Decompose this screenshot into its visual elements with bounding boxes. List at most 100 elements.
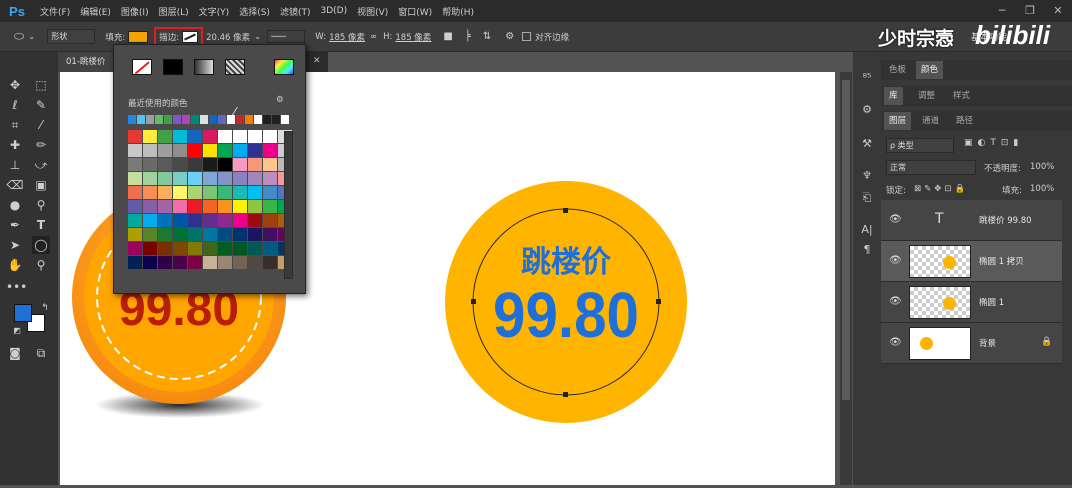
color-swatch[interactable]: [248, 200, 262, 213]
color-swatch[interactable]: [233, 214, 247, 227]
color-swatch[interactable]: [263, 186, 277, 199]
ellipse-tool-icon[interactable]: ◯: [32, 236, 50, 254]
color-swatch[interactable]: [203, 186, 217, 199]
color-swatch[interactable]: [248, 186, 262, 199]
link-icon[interactable]: ∞: [370, 32, 377, 42]
tab-paths[interactable]: 路径: [951, 112, 978, 130]
recent-color-swatch[interactable]: [155, 115, 163, 124]
close-button[interactable]: ✕: [1044, 0, 1072, 22]
color-swatch[interactable]: [128, 172, 142, 185]
recent-color-swatch[interactable]: [272, 115, 280, 124]
blur-tool-icon[interactable]: ●: [6, 196, 24, 214]
gear-icon[interactable]: ⚙: [505, 31, 514, 42]
recent-color-swatch[interactable]: [227, 115, 235, 124]
color-swatch[interactable]: [233, 158, 247, 171]
no-color-button[interactable]: [132, 59, 152, 75]
color-swatch[interactable]: [248, 256, 262, 269]
color-swatch[interactable]: [263, 242, 277, 255]
color-swatch[interactable]: [263, 256, 277, 269]
anchor-point-bottom[interactable]: [563, 392, 568, 397]
brush-panel-icon[interactable]: ⚒: [859, 136, 875, 152]
stamp-tool-icon[interactable]: ⊥: [6, 156, 24, 174]
color-swatch[interactable]: [248, 144, 262, 157]
lasso-tool-icon[interactable]: ℓ: [6, 96, 24, 114]
color-swatch[interactable]: [128, 228, 142, 241]
marquee-tool-icon[interactable]: ⬚: [32, 76, 50, 94]
visibility-eye-icon[interactable]: 👁: [889, 255, 902, 266]
gradient-button[interactable]: [194, 59, 214, 75]
healing-tool-icon[interactable]: ✚: [6, 136, 24, 154]
brush-tool-icon[interactable]: ✏: [32, 136, 50, 154]
path-select-tool-icon[interactable]: ➤: [6, 236, 24, 254]
scrollbar-thumb[interactable]: [842, 80, 850, 400]
color-swatch[interactable]: [263, 130, 277, 143]
quick-select-tool-icon[interactable]: ✎: [32, 96, 50, 114]
adjust-panel-icon[interactable]: ⎗: [859, 190, 875, 206]
properties-panel-icon[interactable]: ⚙: [859, 102, 875, 118]
actions-panel-icon[interactable]: ♆: [859, 168, 875, 184]
color-swatch[interactable]: [173, 158, 187, 171]
recent-color-swatch[interactable]: [137, 115, 145, 124]
color-swatch[interactable]: [263, 214, 277, 227]
recent-color-swatch[interactable]: [164, 115, 172, 124]
color-swatch[interactable]: [203, 242, 217, 255]
color-swatch[interactable]: [218, 172, 232, 185]
recent-color-swatch[interactable]: [254, 115, 262, 124]
color-swatch[interactable]: [188, 214, 202, 227]
color-swatch[interactable]: [203, 200, 217, 213]
color-swatch[interactable]: [218, 228, 232, 241]
color-swatch[interactable]: [143, 256, 157, 269]
color-swatch[interactable]: [173, 172, 187, 185]
color-swatch[interactable]: [188, 228, 202, 241]
color-swatch[interactable]: [233, 186, 247, 199]
type-tool-icon[interactable]: T: [32, 216, 50, 234]
color-swatch[interactable]: [248, 242, 262, 255]
color-swatch[interactable]: [203, 130, 217, 143]
hand-tool-icon[interactable]: ✋: [6, 256, 24, 274]
color-swatch[interactable]: [143, 242, 157, 255]
more-tools-icon[interactable]: •••: [6, 278, 27, 296]
tab-libraries[interactable]: 库: [884, 87, 903, 105]
gradient-tool-icon[interactable]: ▣: [32, 176, 50, 194]
color-swatch[interactable]: [128, 158, 142, 171]
color-swatch[interactable]: [218, 186, 232, 199]
color-swatch[interactable]: [158, 172, 172, 185]
color-swatch[interactable]: [233, 172, 247, 185]
visibility-eye-icon[interactable]: 👁: [889, 337, 902, 348]
recent-color-swatch[interactable]: [173, 115, 181, 124]
visibility-eye-icon[interactable]: 👁: [889, 214, 902, 225]
stroke-swatch[interactable]: [182, 30, 199, 43]
color-swatch[interactable]: [218, 256, 232, 269]
color-swatch[interactable]: [233, 200, 247, 213]
color-swatch[interactable]: [128, 256, 142, 269]
tab-adjustments[interactable]: 调整: [913, 87, 940, 105]
anchor-point-left[interactable]: [471, 299, 476, 304]
path-align-icon[interactable]: ╞: [465, 31, 471, 42]
document-tab[interactable]: 01-跳楼价: [58, 52, 114, 72]
color-swatch[interactable]: [263, 172, 277, 185]
recent-color-swatch[interactable]: [128, 115, 136, 124]
color-swatch[interactable]: [248, 172, 262, 185]
solid-color-button[interactable]: [163, 59, 183, 75]
color-swatch[interactable]: [173, 186, 187, 199]
color-swatch[interactable]: [173, 228, 187, 241]
height-input[interactable]: 185 像素: [395, 31, 431, 43]
recent-color-swatch[interactable]: [263, 115, 271, 124]
fill-swatch[interactable]: [128, 30, 149, 43]
character-panel-icon[interactable]: A|: [859, 222, 875, 238]
color-swatch[interactable]: [158, 242, 172, 255]
color-swatch[interactable]: [143, 144, 157, 157]
color-swatch[interactable]: [218, 144, 232, 157]
color-swatch[interactable]: [143, 158, 157, 171]
menu-edit[interactable]: 编辑(E): [80, 5, 111, 18]
default-colors-icon[interactable]: ◩: [8, 322, 26, 340]
recent-color-swatch[interactable]: [209, 115, 217, 124]
color-swatch[interactable]: [203, 144, 217, 157]
color-swatch[interactable]: [218, 200, 232, 213]
recent-color-swatch[interactable]: [191, 115, 199, 124]
color-swatch[interactable]: [203, 172, 217, 185]
paragraph-panel-icon[interactable]: ¶: [859, 242, 875, 258]
layer-filter-icons[interactable]: ▣◐T⊡▮: [964, 138, 1023, 148]
quick-mask-icon[interactable]: ◙: [6, 344, 24, 362]
tab-layers[interactable]: 图层: [884, 112, 912, 130]
